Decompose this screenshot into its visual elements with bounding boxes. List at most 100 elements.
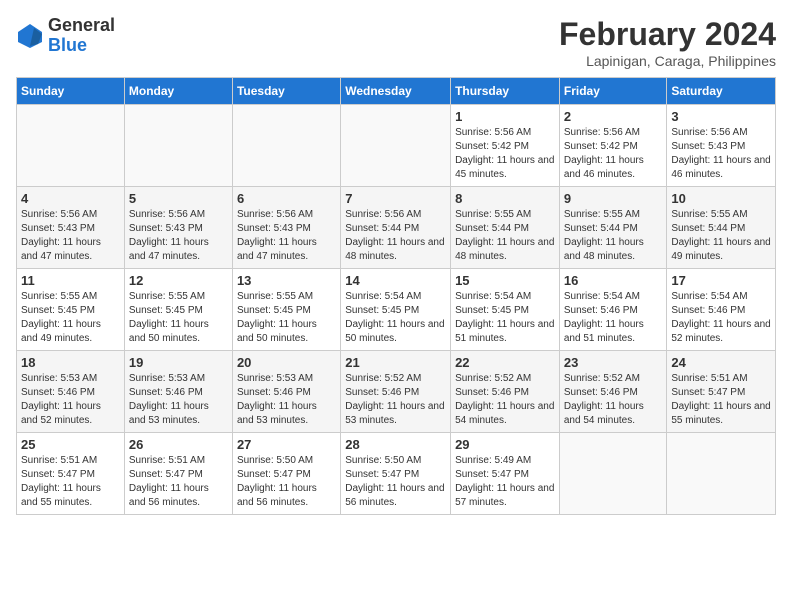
calendar-week-row: 18 Sunrise: 5:53 AMSunset: 5:46 PMDayligh… (17, 351, 776, 433)
header-wednesday: Wednesday (341, 78, 451, 105)
day-number: 6 (237, 191, 336, 206)
day-number: 3 (671, 109, 771, 124)
calendar-table: Sunday Monday Tuesday Wednesday Thursday… (16, 77, 776, 515)
table-row: 11 Sunrise: 5:55 AMSunset: 5:45 PMDayligh… (17, 269, 125, 351)
table-row: 1Sunrise: 5:56 AMSunset: 5:42 PMDaylight… (451, 105, 560, 187)
header-sunday: Sunday (17, 78, 125, 105)
day-detail: Sunrise: 5:53 AMSunset: 5:46 PMDaylight:… (21, 372, 120, 428)
table-row (559, 433, 667, 515)
table-row: 18 Sunrise: 5:53 AMSunset: 5:46 PMDayligh… (17, 351, 125, 433)
day-number: 26 (129, 437, 228, 452)
day-number: 21 (345, 355, 446, 370)
header-tuesday: Tuesday (232, 78, 340, 105)
table-row: 27Sunrise: 5:50 AMSunset: 5:47 PMDayligh… (232, 433, 340, 515)
day-number: 8 (455, 191, 555, 206)
table-row (341, 105, 451, 187)
day-detail: Sunrise: 5:54 AMSunset: 5:46 PMDaylight:… (671, 290, 771, 346)
logo-blue: Blue (48, 35, 87, 55)
day-number: 5 (129, 191, 228, 206)
table-row: 29Sunrise: 5:49 AMSunset: 5:47 PMDayligh… (451, 433, 560, 515)
day-detail: Sunrise: 5:51 AMSunset: 5:47 PMDaylight:… (129, 454, 228, 510)
table-row: 17 Sunrise: 5:54 AMSunset: 5:46 PMDayligh… (667, 269, 776, 351)
table-row: 12 Sunrise: 5:55 AMSunset: 5:45 PMDayligh… (124, 269, 232, 351)
table-row: 15 Sunrise: 5:54 AMSunset: 5:45 PMDayligh… (451, 269, 560, 351)
day-detail: Sunrise: 5:56 AMSunset: 5:43 PMDaylight:… (671, 126, 771, 182)
logo-icon (16, 22, 44, 50)
logo: General Blue (16, 16, 115, 56)
day-detail: Sunrise: 5:52 AMSunset: 5:46 PMDaylight:… (564, 372, 663, 428)
table-row: 6 Sunrise: 5:56 AMSunset: 5:43 PMDaylight… (232, 187, 340, 269)
table-row: 9 Sunrise: 5:55 AMSunset: 5:44 PMDaylight… (559, 187, 667, 269)
day-number: 25 (21, 437, 120, 452)
day-number: 24 (671, 355, 771, 370)
logo-general: General (48, 15, 115, 35)
day-detail: Sunrise: 5:54 AMSunset: 5:45 PMDaylight:… (455, 290, 555, 346)
table-row: 3 Sunrise: 5:56 AMSunset: 5:43 PMDaylight… (667, 105, 776, 187)
day-detail: Sunrise: 5:56 AMSunset: 5:43 PMDaylight:… (237, 208, 336, 264)
table-row (124, 105, 232, 187)
day-detail: Sunrise: 5:56 AMSunset: 5:44 PMDaylight:… (345, 208, 446, 264)
page-header: General Blue February 2024 Lapinigan, Ca… (16, 16, 776, 69)
day-detail: Sunrise: 5:51 AMSunset: 5:47 PMDaylight:… (21, 454, 120, 510)
table-row: 2Sunrise: 5:56 AMSunset: 5:42 PMDaylight… (559, 105, 667, 187)
day-detail: Sunrise: 5:55 AMSunset: 5:44 PMDaylight:… (455, 208, 555, 264)
day-detail: Sunrise: 5:56 AMSunset: 5:42 PMDaylight:… (455, 126, 555, 182)
day-number: 23 (564, 355, 663, 370)
day-number: 20 (237, 355, 336, 370)
day-detail: Sunrise: 5:55 AMSunset: 5:45 PMDaylight:… (21, 290, 120, 346)
table-row: 26 Sunrise: 5:51 AMSunset: 5:47 PMDayligh… (124, 433, 232, 515)
day-number: 12 (129, 273, 228, 288)
day-number: 15 (455, 273, 555, 288)
table-row: 13Sunrise: 5:55 AMSunset: 5:45 PMDayligh… (232, 269, 340, 351)
table-row: 23 Sunrise: 5:52 AMSunset: 5:46 PMDayligh… (559, 351, 667, 433)
day-number: 19 (129, 355, 228, 370)
day-detail: Sunrise: 5:53 AMSunset: 5:46 PMDaylight:… (129, 372, 228, 428)
day-detail: Sunrise: 5:52 AMSunset: 5:46 PMDaylight:… (345, 372, 446, 428)
day-number: 9 (564, 191, 663, 206)
table-row: 20Sunrise: 5:53 AMSunset: 5:46 PMDayligh… (232, 351, 340, 433)
calendar-header-row: Sunday Monday Tuesday Wednesday Thursday… (17, 78, 776, 105)
calendar-week-row: 25 Sunrise: 5:51 AMSunset: 5:47 PMDayligh… (17, 433, 776, 515)
table-row: 8 Sunrise: 5:55 AMSunset: 5:44 PMDaylight… (451, 187, 560, 269)
day-detail: Sunrise: 5:54 AMSunset: 5:45 PMDaylight:… (345, 290, 446, 346)
day-number: 11 (21, 273, 120, 288)
day-detail: Sunrise: 5:50 AMSunset: 5:47 PMDaylight:… (345, 454, 446, 510)
day-detail: Sunrise: 5:52 AMSunset: 5:46 PMDaylight:… (455, 372, 555, 428)
day-number: 18 (21, 355, 120, 370)
calendar-week-row: 11 Sunrise: 5:55 AMSunset: 5:45 PMDayligh… (17, 269, 776, 351)
day-detail: Sunrise: 5:56 AMSunset: 5:42 PMDaylight:… (564, 126, 663, 182)
table-row: 21 Sunrise: 5:52 AMSunset: 5:46 PMDayligh… (341, 351, 451, 433)
day-number: 14 (345, 273, 446, 288)
table-row: 10 Sunrise: 5:55 AMSunset: 5:44 PMDayligh… (667, 187, 776, 269)
day-number: 10 (671, 191, 771, 206)
table-row (17, 105, 125, 187)
day-number: 7 (345, 191, 446, 206)
day-detail: Sunrise: 5:51 AMSunset: 5:47 PMDaylight:… (671, 372, 771, 428)
table-row: 16Sunrise: 5:54 AMSunset: 5:46 PMDayligh… (559, 269, 667, 351)
header-friday: Friday (559, 78, 667, 105)
location-subtitle: Lapinigan, Caraga, Philippines (559, 53, 776, 69)
day-number: 22 (455, 355, 555, 370)
day-detail: Sunrise: 5:49 AMSunset: 5:47 PMDaylight:… (455, 454, 555, 510)
day-detail: Sunrise: 5:56 AMSunset: 5:43 PMDaylight:… (21, 208, 120, 264)
table-row: 22 Sunrise: 5:52 AMSunset: 5:46 PMDayligh… (451, 351, 560, 433)
table-row: 24 Sunrise: 5:51 AMSunset: 5:47 PMDayligh… (667, 351, 776, 433)
day-detail: Sunrise: 5:55 AMSunset: 5:45 PMDaylight:… (237, 290, 336, 346)
day-detail: Sunrise: 5:55 AMSunset: 5:44 PMDaylight:… (564, 208, 663, 264)
header-monday: Monday (124, 78, 232, 105)
day-detail: Sunrise: 5:55 AMSunset: 5:44 PMDaylight:… (671, 208, 771, 264)
header-saturday: Saturday (667, 78, 776, 105)
table-row: 4Sunrise: 5:56 AMSunset: 5:43 PMDaylight… (17, 187, 125, 269)
header-thursday: Thursday (451, 78, 560, 105)
day-number: 16 (564, 273, 663, 288)
title-block: February 2024 Lapinigan, Caraga, Philipp… (559, 16, 776, 69)
calendar-week-row: 1Sunrise: 5:56 AMSunset: 5:42 PMDaylight… (17, 105, 776, 187)
table-row: 7 Sunrise: 5:56 AMSunset: 5:44 PMDaylight… (341, 187, 451, 269)
day-detail: Sunrise: 5:55 AMSunset: 5:45 PMDaylight:… (129, 290, 228, 346)
table-row: 14 Sunrise: 5:54 AMSunset: 5:45 PMDayligh… (341, 269, 451, 351)
month-year-title: February 2024 (559, 16, 776, 53)
day-number: 17 (671, 273, 771, 288)
table-row (232, 105, 340, 187)
calendar-week-row: 4Sunrise: 5:56 AMSunset: 5:43 PMDaylight… (17, 187, 776, 269)
day-number: 27 (237, 437, 336, 452)
